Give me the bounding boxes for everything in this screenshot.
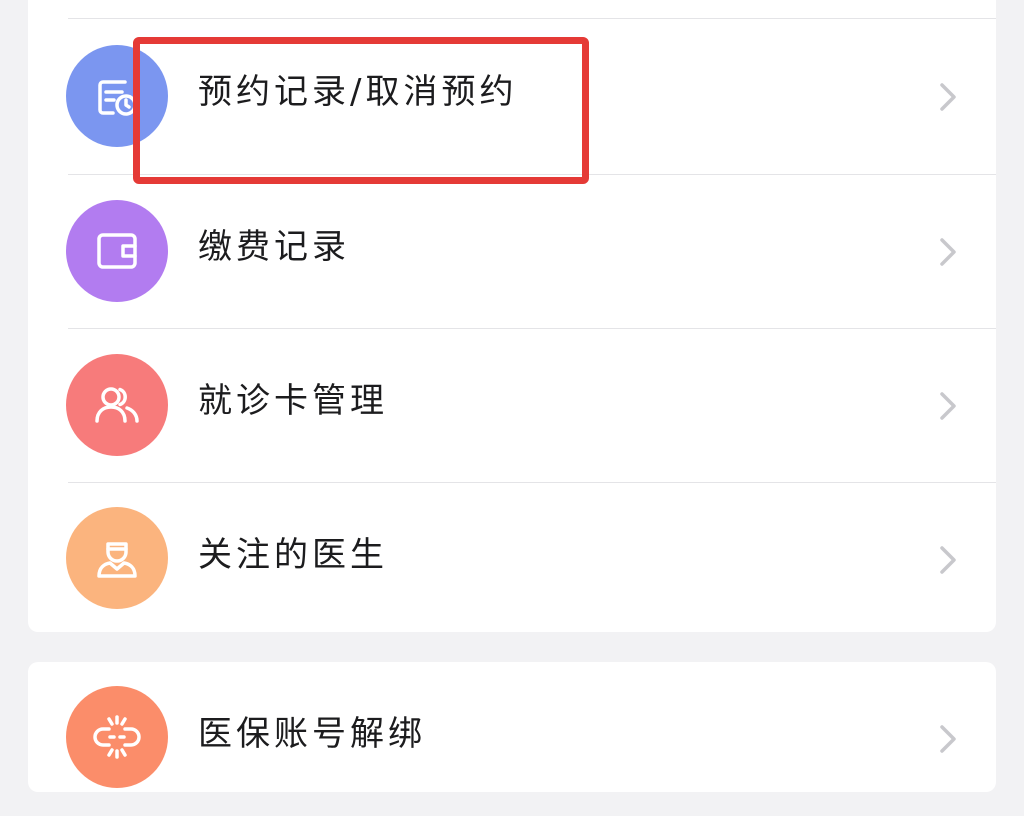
menu-item-label: 关注的医生 <box>198 535 388 575</box>
chevron-right-icon <box>940 83 956 111</box>
menu-item-appointment-records[interactable]: 预约记录/取消预约 <box>28 20 996 174</box>
unlink-icon <box>66 686 168 788</box>
menu-item-label: 缴费记录 <box>198 227 350 267</box>
menu-card: 预约记录/取消预约 缴费记录 就诊卡管理 关注的医生 <box>28 0 996 632</box>
chevron-right-icon <box>940 238 956 266</box>
menu-item-label: 医保账号解绑 <box>198 714 426 754</box>
menu-item-followed-doctors[interactable]: 关注的医生 <box>28 483 996 637</box>
menu-item-medical-card-management[interactable]: 就诊卡管理 <box>28 329 996 483</box>
appointment-record-icon <box>66 45 168 147</box>
menu-card: 医保账号解绑 <box>28 662 996 792</box>
users-icon <box>66 354 168 456</box>
menu-item-label: 预约记录/取消预约 <box>198 72 518 112</box>
divider <box>68 18 996 19</box>
chevron-right-icon <box>940 725 956 753</box>
wallet-icon <box>66 200 168 302</box>
chevron-right-icon <box>940 546 956 574</box>
menu-item-payment-records[interactable]: 缴费记录 <box>28 175 996 329</box>
doctor-icon <box>66 507 168 609</box>
chevron-right-icon <box>940 392 956 420</box>
menu-item-label: 就诊卡管理 <box>198 381 388 421</box>
menu-item-insurance-unbind[interactable]: 医保账号解绑 <box>28 662 996 816</box>
